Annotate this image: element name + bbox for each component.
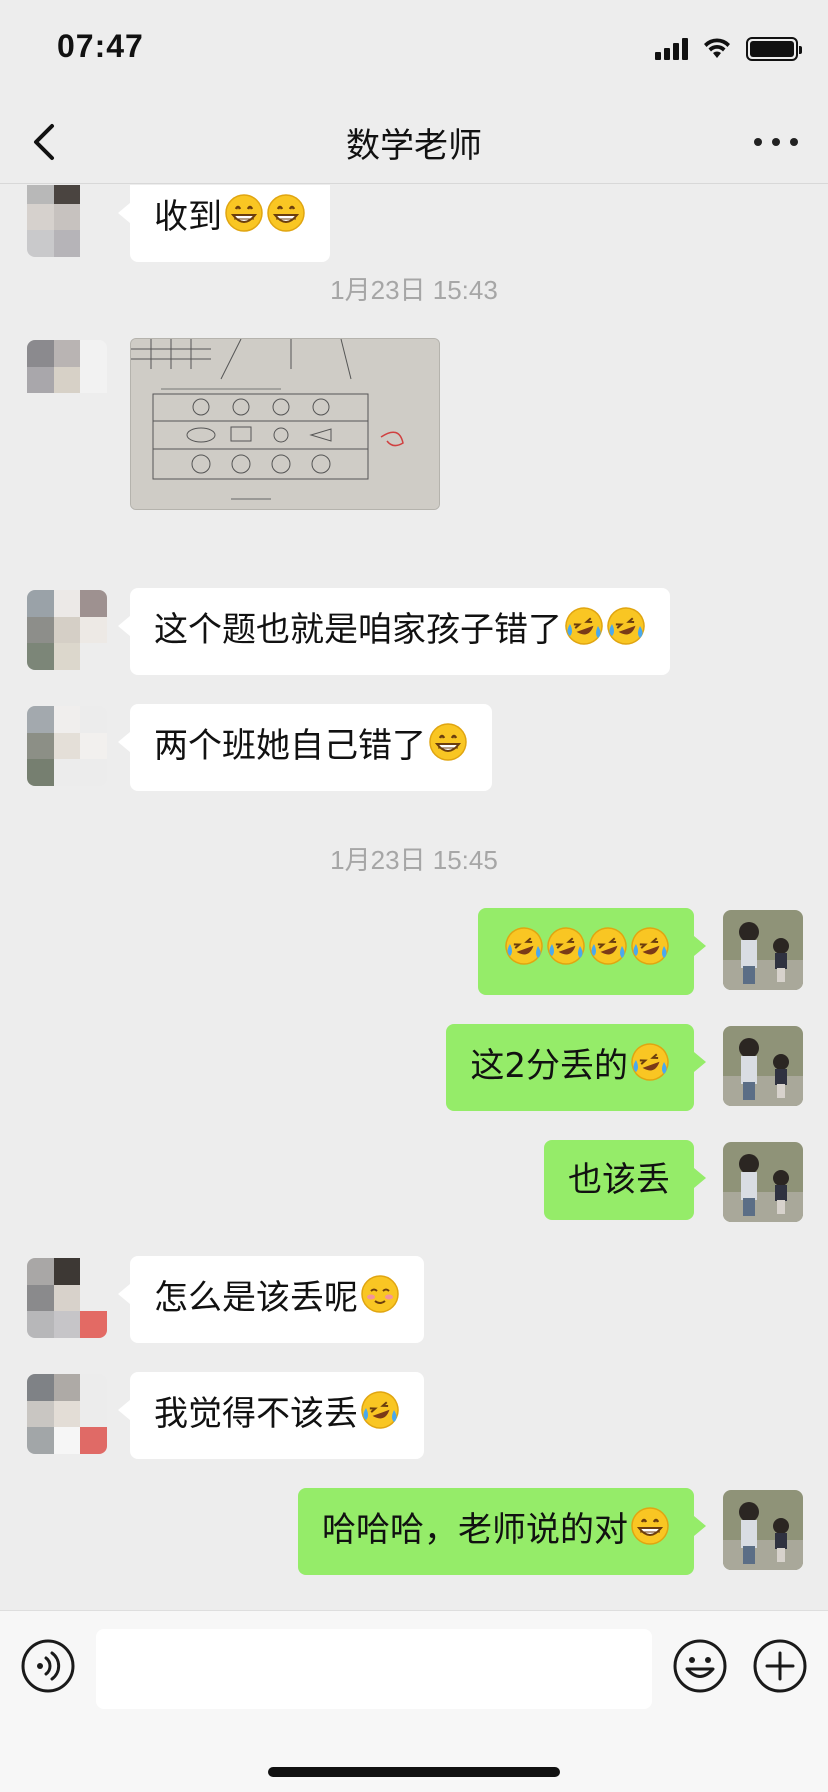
message-bubble[interactable]: 两个班她自己错了 <box>118 704 492 791</box>
message-bubble[interactable]: 我觉得不该丢 <box>118 1372 424 1459</box>
nav-bar: 数学老师 <box>0 100 828 184</box>
voice-icon[interactable] <box>20 1638 76 1694</box>
message-text: 这2分丢的 <box>470 1046 628 1086</box>
message-text: 我觉得不该丢 <box>154 1394 358 1434</box>
avatar-self[interactable] <box>723 1026 803 1106</box>
laugh-cry-emoji-icon <box>546 926 586 977</box>
laugh-cry-emoji-icon <box>564 606 604 657</box>
message-text: 也该丢 <box>568 1160 670 1200</box>
message-input[interactable] <box>96 1629 652 1709</box>
message-text: 怎么是该丢呢 <box>154 1278 358 1318</box>
smiley-icon[interactable] <box>672 1638 728 1694</box>
status-bar: 07:47 <box>0 0 828 100</box>
grin-emoji-icon <box>630 1506 670 1557</box>
laugh-cry-emoji-icon <box>360 1390 400 1441</box>
avatar-self[interactable] <box>723 910 803 990</box>
cellular-signal-icon <box>655 38 688 60</box>
message-bubble[interactable]: 这个题也就是咱家孩子错了 <box>118 588 670 675</box>
message-text: 这个题也就是咱家孩子错了 <box>154 610 562 650</box>
message-bubble[interactable] <box>478 908 706 995</box>
worksheet-photo[interactable] <box>130 338 440 510</box>
status-icons <box>655 36 802 62</box>
battery-icon <box>746 37 802 61</box>
plus-icon[interactable] <box>752 1638 808 1694</box>
message-text: 两个班她自己错了 <box>154 726 426 766</box>
timestamp: 1月23日 15:45 <box>330 845 498 875</box>
more-dots-icon[interactable] <box>754 122 798 162</box>
laugh-cry-emoji-icon <box>588 926 628 977</box>
chat-title: 数学老师 <box>346 126 482 166</box>
avatar[interactable] <box>27 1374 107 1454</box>
home-indicator[interactable] <box>268 1767 560 1777</box>
message-bubble[interactable]: 也该丢 <box>544 1140 706 1220</box>
timestamp: 1月23日 15:43 <box>330 275 498 305</box>
avatar[interactable] <box>27 590 107 670</box>
laugh-cry-emoji-icon <box>630 1042 670 1093</box>
input-bar <box>0 1610 828 1792</box>
message-bubble[interactable]: 怎么是该丢呢 <box>118 1256 424 1343</box>
message-text: 收到 <box>154 197 222 237</box>
status-time: 07:47 <box>57 28 144 64</box>
grin-emoji-icon <box>224 193 264 244</box>
laugh-cry-emoji-icon <box>630 926 670 977</box>
message-bubble[interactable]: 哈哈哈，老师说的对 <box>298 1488 706 1575</box>
avatar[interactable] <box>27 185 107 257</box>
grin-emoji-icon <box>428 722 468 773</box>
avatar-self[interactable] <box>723 1142 803 1222</box>
laugh-cry-emoji-icon <box>504 926 544 977</box>
message-bubble[interactable]: 这2分丢的 <box>446 1024 706 1111</box>
chat-message-list[interactable]: 收到 1月23日 15:43 这个题也就是咱家孩子错了 两个班她自己错了 1月2… <box>0 185 828 1610</box>
blush-emoji-icon <box>360 1274 400 1325</box>
wifi-icon <box>704 38 730 58</box>
laugh-cry-emoji-icon <box>606 606 646 657</box>
message-text: 哈哈哈，老师说的对 <box>322 1510 628 1550</box>
message-bubble[interactable]: 收到 <box>118 185 330 262</box>
avatar-self[interactable] <box>723 1490 803 1570</box>
avatar[interactable] <box>27 340 107 420</box>
avatar[interactable] <box>27 706 107 786</box>
grin-emoji-icon <box>266 193 306 244</box>
avatar[interactable] <box>27 1258 107 1338</box>
